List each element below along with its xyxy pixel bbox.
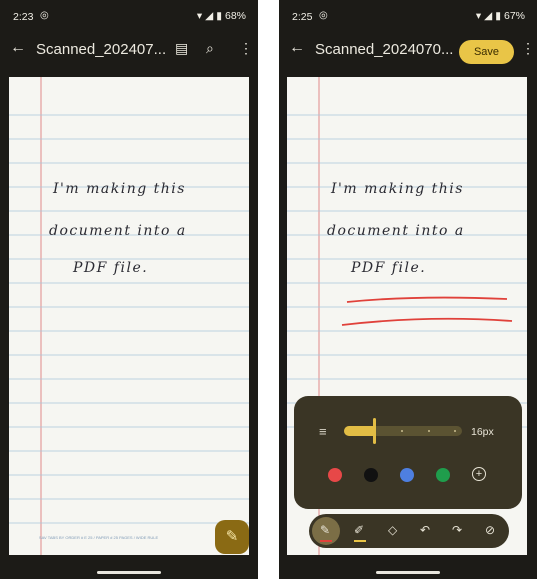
color-swatch-black[interactable] [364, 468, 378, 482]
red-ink-stroke-2 [341, 317, 513, 326]
status-bar: 2:23 ◎ ▾ ◢ ▮ 68% [0, 0, 258, 30]
undo-icon[interactable]: ↶ [420, 523, 430, 537]
magic-pen-icon: ✎ [225, 528, 239, 545]
pen-icon[interactable]: ✎ [320, 523, 330, 537]
battery-percent: 68% [224, 10, 246, 22]
stroke-size-label: 16px [471, 426, 494, 438]
highlighter-color-underline [354, 540, 366, 542]
handwriting-line-1: I'm making this [53, 181, 186, 197]
color-swatch-green[interactable] [436, 468, 450, 482]
status-bar: 2:25 ◎ ▾ ◢ ▮ 67% [279, 0, 537, 30]
more-options-icon[interactable]: ⋮ [521, 40, 535, 57]
app-bar: ← Scanned_202407... ▤ ⌕ ⋮ [0, 30, 258, 70]
stroke-size-slider[interactable] [344, 418, 462, 444]
phone-right: 2:25 ◎ ▾ ◢ ▮ 67% ← Scanned_2024070... ⋮ … [279, 0, 537, 579]
ruled-lines [9, 77, 249, 555]
stroke-style-icon[interactable]: ≡ [319, 424, 327, 439]
pen-color-underline [320, 540, 332, 542]
slider-thumb[interactable] [372, 418, 376, 444]
highlighter-icon[interactable]: ✐ [354, 523, 364, 537]
wifi-icon: ▾ [475, 10, 482, 22]
color-swatch-red[interactable] [328, 468, 342, 482]
paper-footer-print: SAV TABS BY ORDER # E 25 / PAPER # 25 PA… [39, 535, 159, 540]
gesture-bar [97, 571, 161, 574]
document-title: Scanned_2024070... [315, 41, 454, 58]
battery-icon: ▮ [216, 10, 222, 22]
gesture-bar [376, 571, 440, 574]
handwriting-line-2: document into a [49, 223, 187, 239]
signal-icon: ◢ [205, 10, 214, 22]
dnd-icon: ◎ [319, 10, 328, 21]
color-swatch-blue[interactable] [400, 468, 414, 482]
slider-fill [344, 426, 374, 436]
markup-fab[interactable]: ✎ [215, 520, 249, 554]
lens-search-icon[interactable]: ⌕ [206, 40, 214, 57]
status-time: 2:25 [292, 11, 313, 23]
handwriting-line-1: I'm making this [331, 181, 464, 197]
handwriting-line-3: PDF file. [73, 260, 149, 276]
dnd-icon: ◎ [40, 10, 49, 21]
redo-icon[interactable]: ↷ [452, 523, 462, 537]
save-button[interactable]: Save [459, 40, 514, 64]
handwriting-line-2: document into a [327, 223, 465, 239]
status-time: 2:23 [13, 11, 34, 23]
back-arrow-icon[interactable]: ← [289, 39, 305, 57]
scanned-page: I'm making this document into a PDF file… [9, 77, 249, 555]
comment-icon[interactable]: ▤ [175, 40, 188, 57]
phone-left: 2:23 ◎ ▾ ◢ ▮ 68% ← Scanned_202407... ▤ ⌕… [0, 0, 258, 579]
add-color-icon[interactable]: + [472, 467, 486, 481]
signal-icon: ◢ [484, 10, 493, 22]
red-ink-stroke-1 [346, 296, 508, 303]
battery-percent: 67% [503, 10, 525, 22]
eraser-icon[interactable]: ◇ [388, 523, 397, 537]
document-title: Scanned_202407... [36, 41, 167, 58]
battery-icon: ▮ [495, 10, 501, 22]
hide-annotations-icon[interactable]: ⊘ [485, 523, 495, 537]
handwriting-line-3: PDF file. [351, 260, 427, 276]
pen-settings-panel: ≡ 16px + [294, 396, 522, 509]
more-options-icon[interactable]: ⋮ [239, 40, 253, 57]
back-arrow-icon[interactable]: ← [10, 39, 26, 57]
annotation-toolbar: ✎ ✐ ◇ ↶ ↷ ⊘ [309, 514, 509, 548]
wifi-icon: ▾ [196, 10, 203, 22]
